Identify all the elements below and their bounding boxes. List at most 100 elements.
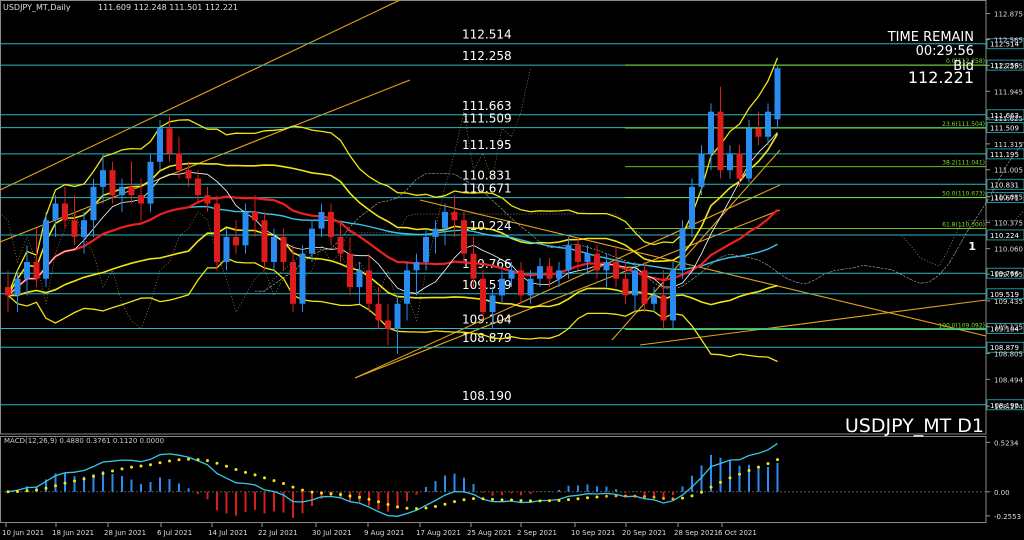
macd-histogram-bar [111,473,114,492]
y-tick-label: 108.494 [994,376,1023,384]
candle-bearish [575,245,581,262]
candle-bearish [33,262,40,279]
macd-histogram-bar [140,483,142,492]
candle-bullish [489,295,496,313]
macd-histogram-bar [748,464,750,492]
macd-signal-dot [462,498,466,502]
moving-average-white [7,132,778,296]
candle-bullish [299,253,306,304]
macd-histogram-bar [187,488,190,492]
bid-value: 112.221 [908,68,974,87]
candle-bullish [679,228,686,271]
candle-bullish [14,278,21,296]
candle-bearish [252,211,258,221]
macd-signal-dot [728,476,732,480]
macd-signal-dot [415,507,418,511]
y-tick-label: 110.685 [994,193,1023,201]
x-tick-label: 25 Aug 2021 [467,529,512,537]
candle-bearish [280,236,287,262]
x-tick-label: 6 Jul 2021 [157,529,192,537]
candle-bearish [546,266,553,279]
time-axis: 10 Jun 2021 18 Jun 2021 28 Jun 2021 6 Jul 2… [2,523,757,537]
macd-signal-dot [25,489,29,493]
candle-bullish [527,278,534,296]
macd-histogram-bar [263,491,266,514]
macd-histogram-bar [159,477,161,492]
macd-signal-dot [263,476,266,480]
macd-signal-dot [491,497,494,501]
macd-histogram-bar [738,465,741,492]
candle-bearish [214,203,220,262]
candle-bullish [90,186,97,221]
macd-signal-dot [386,503,390,507]
macd-signal-dot [595,495,599,499]
macd-signal-dot [291,485,295,489]
candle-bullish [708,111,714,154]
price-chart[interactable]: 112.514112.514112.258112.258111.663111.6… [0,0,1024,540]
candle-bullish [147,161,154,204]
macd-histogram-bar [292,491,294,518]
level-label: 111.195 [462,138,512,152]
macd-histogram-bar [425,486,427,492]
macd-signal-dot [111,469,114,473]
macd-histogram-bar [168,479,171,492]
moving-average-red [7,195,779,297]
candle-bearish [375,303,382,321]
macd-signal-dot [719,480,722,484]
macd-signal-dot [130,465,133,469]
macd-signal-dot [139,464,143,468]
candle-bearish [185,170,192,179]
macd-histogram-bar [121,475,123,492]
candle-bearish [470,253,477,279]
candle-bearish [128,186,135,196]
x-tick-label: 9 Aug 2021 [364,529,404,537]
candle-bearish [613,262,619,279]
candle-bullish [394,303,401,329]
macd-histogram-bar [444,475,446,492]
candle-bullish [442,211,448,229]
macd-signal-dot [329,492,333,496]
macd-signal-dot [434,504,437,508]
macd-signal-dot [586,496,589,500]
symbol-timeframe: USDJPY_MT,Daily [3,3,71,12]
fib-label: 50.0(110.673) [942,190,985,197]
ohlc-readout: 111.609 112.248 111.501 112.221 [98,3,238,12]
candle-bearish [233,236,239,246]
macd-line [7,443,778,517]
macd-histogram-bar [254,491,256,510]
candle-bullish [584,253,591,262]
level-price-tag-text: 110.831 [990,181,1019,189]
macd-signal-dot [301,488,304,492]
candle-bearish [176,153,182,171]
candle-bullish [356,270,363,288]
macd-tick-label: -0.2553 [994,513,1021,521]
macd-signal-dot [6,490,10,494]
y-tick-label: 112.565 [994,36,1023,44]
candle-bullish [432,228,439,237]
macd-histogram-bar [643,491,646,496]
x-tick-label: 18 Jun 2021 [52,529,94,537]
level-label: 112.514 [462,28,512,42]
macd-signal-dot [177,458,181,462]
candle-bearish [5,287,11,296]
macd-histogram-bar [776,462,779,492]
fib-label: 61.8(110.300) [942,222,985,229]
macd-signal-dot [54,484,57,488]
macd-signal-dot [73,479,76,483]
candle-bullish [100,170,106,187]
trend-line [0,0,401,191]
macd-histogram-bar [510,491,513,494]
macd-histogram-bar [216,491,218,511]
macd-histogram-bar [482,491,484,493]
macd-signal-dot [158,461,162,465]
level-label: 109.104 [462,312,512,326]
macd-signal-dot [633,494,637,498]
candle-bearish [328,211,334,237]
macd-signal-dot [766,462,770,466]
macd-signal-dot [557,498,561,502]
macd-histogram-bar [567,485,570,492]
candle-bullish [43,220,49,279]
y-tick-label: 111.005 [994,167,1023,175]
macd-histogram-bar [596,486,598,492]
candle-bullish [52,203,59,221]
